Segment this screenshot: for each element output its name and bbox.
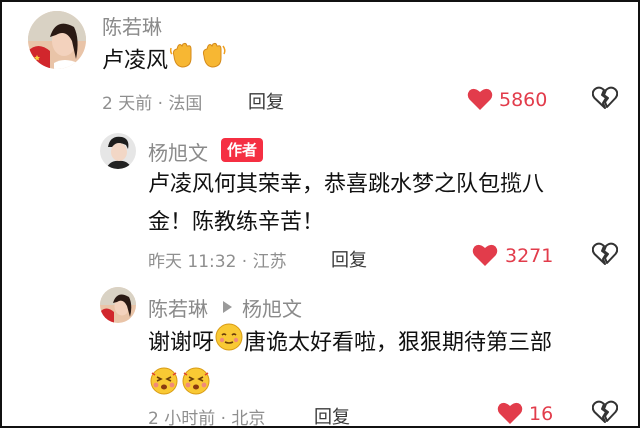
waving-hand-emoji bbox=[168, 40, 198, 83]
broken-heart-icon[interactable] bbox=[591, 400, 619, 428]
waving-hand-emoji bbox=[198, 40, 228, 83]
reply-to-username[interactable]: 杨旭文 bbox=[242, 293, 302, 322]
comment-meta: 2 天前 · 法国 bbox=[102, 94, 203, 114]
heart-icon[interactable] bbox=[472, 243, 498, 271]
broken-heart-icon[interactable] bbox=[591, 86, 619, 114]
comment-username[interactable]: 陈若琳 bbox=[148, 293, 208, 322]
like-count: 16 bbox=[529, 403, 554, 425]
comment-text-content: 唐诡太好看啦，狠狠期待第三部 bbox=[244, 330, 553, 356]
avatar[interactable] bbox=[28, 11, 86, 69]
comment-text: 谢谢呀 唐诡太好看啦，狠狠期待第三部 bbox=[148, 322, 552, 410]
comment-meta: 2 小时前 · 北京 bbox=[148, 409, 266, 429]
shy-smile-emoji bbox=[214, 322, 244, 365]
comment-text-content: 谢谢呀 bbox=[148, 330, 215, 356]
broken-heart-icon[interactable] bbox=[591, 242, 619, 270]
author-badge: 作者 bbox=[221, 138, 264, 162]
comment-text-content: 卢凌风 bbox=[102, 48, 169, 74]
comment-username[interactable]: 陈若琳 bbox=[102, 11, 162, 40]
comment-text: 卢凌风何其荣幸，恭喜跳水梦之队包揽八 金！陈教练辛苦！ bbox=[148, 166, 544, 242]
avatar[interactable] bbox=[100, 133, 136, 169]
heart-icon[interactable] bbox=[467, 87, 493, 115]
reply-arrow-icon bbox=[223, 301, 232, 313]
like-count: 3271 bbox=[505, 245, 554, 267]
comment-username[interactable]: 杨旭文 bbox=[148, 137, 208, 166]
heart-icon[interactable] bbox=[497, 401, 523, 429]
avatar[interactable] bbox=[100, 287, 136, 323]
comment-meta: 昨天 11:32 · 江苏 bbox=[148, 252, 287, 272]
like-count: 5860 bbox=[499, 89, 548, 111]
reply-button[interactable]: 回复 bbox=[331, 246, 367, 272]
comment-text-line: 金！陈教练辛苦！ bbox=[148, 210, 325, 235]
reply-button[interactable]: 回复 bbox=[248, 88, 284, 114]
comment-text-line: 卢凌风何其荣幸，恭喜跳水梦之队包揽八 bbox=[148, 172, 545, 197]
reply-button[interactable]: 回复 bbox=[314, 403, 350, 429]
comment-text: 卢凌风 bbox=[102, 40, 228, 83]
